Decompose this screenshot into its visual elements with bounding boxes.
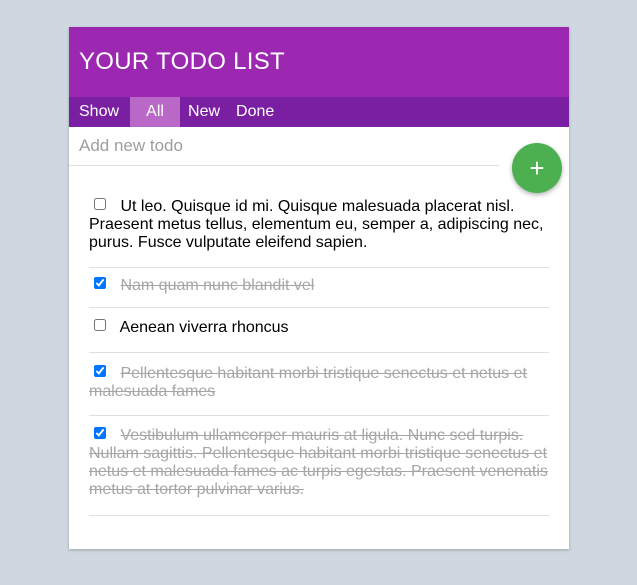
todo-item: Vestibulum ullamcorper mauris at ligula.… (89, 416, 549, 516)
todo-text: Aenean viverra rhoncus (119, 319, 289, 336)
todo-text: Pellentesque habitant morbi tristique se… (89, 365, 527, 400)
page-title: YOUR TODO LIST (79, 48, 286, 75)
todo-text: Vestibulum ullamcorper mauris at ligula.… (89, 427, 548, 498)
todo-checkbox[interactable] (94, 319, 106, 331)
tab-new[interactable]: New (180, 97, 228, 127)
todo-checkbox[interactable] (94, 198, 106, 210)
tab-done[interactable]: Done (228, 97, 282, 127)
todo-list-container: Ut leo. Quisque id mi. Quisque malesuada… (89, 192, 549, 516)
tab-all[interactable]: All (130, 97, 181, 127)
todo-item: Aenean viverra rhoncus (89, 308, 549, 353)
show-label: Show (79, 103, 120, 120)
todo-text: Ut leo. Quisque id mi. Quisque malesuada… (89, 198, 544, 251)
todo-checkbox[interactable] (94, 365, 106, 377)
todo-checkbox[interactable] (94, 277, 106, 289)
filter-bar: Show All New Done (69, 97, 569, 127)
app-header: YOUR TODO LIST (69, 27, 569, 97)
todo-item: Ut leo. Quisque id mi. Quisque malesuada… (89, 192, 549, 268)
todo-checkbox[interactable] (94, 427, 106, 439)
add-todo-input[interactable] (69, 127, 499, 166)
plus-icon: + (529, 153, 545, 183)
todo-item: Pellentesque habitant morbi tristique se… (89, 353, 549, 416)
todo-item: Nam quam nunc blandit vel (89, 268, 549, 308)
todo-text: Nam quam nunc blandit vel (120, 277, 315, 294)
add-todo-row: + (69, 127, 569, 193)
add-todo-button[interactable]: + (512, 143, 562, 193)
